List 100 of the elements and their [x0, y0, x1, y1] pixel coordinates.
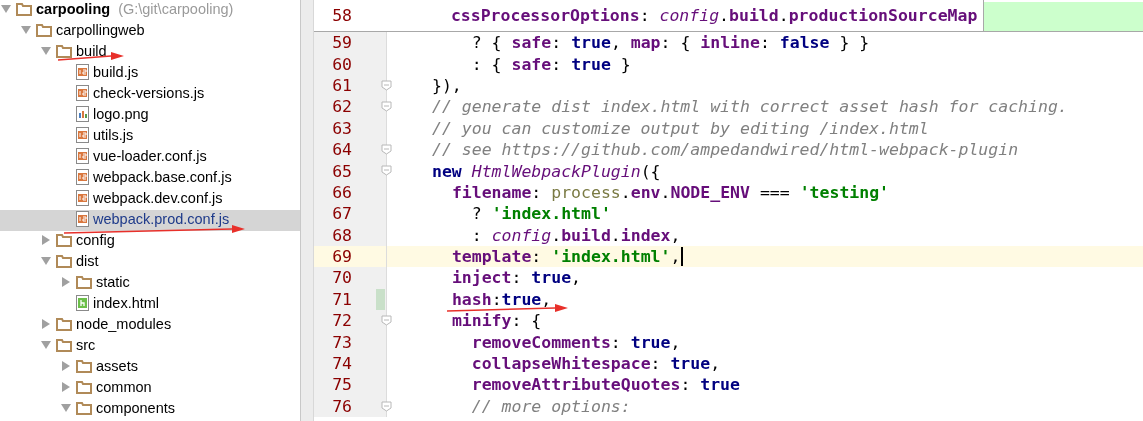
keyword: true [571, 54, 611, 74]
tree-item[interactable]: dist [0, 252, 300, 273]
js-file-icon [76, 211, 89, 227]
tree-item[interactable]: build [0, 42, 300, 63]
property-name: cssProcessorOptions [450, 6, 640, 25]
folder-icon [56, 338, 72, 352]
panel-splitter[interactable] [300, 0, 314, 421]
expand-arrow-icon[interactable] [62, 361, 70, 371]
code-text: . [778, 6, 789, 25]
tree-item[interactable]: webpack.base.conf.js [0, 168, 300, 189]
tree-item[interactable]: webpack.dev.conf.js [0, 189, 300, 210]
fold-marker-icon[interactable] [381, 79, 392, 91]
tree-item[interactable]: build.js [0, 63, 300, 84]
folder-icon [56, 233, 72, 247]
code-text: . [660, 182, 671, 202]
code-text: : [471, 225, 483, 245]
collapse-arrow-icon[interactable] [41, 341, 51, 349]
expand-arrow-icon[interactable] [42, 235, 50, 245]
variable-name: config [491, 225, 552, 245]
line-number: 68 [331, 225, 352, 245]
keyword: true [700, 375, 740, 395]
collapse-arrow-icon[interactable] [21, 26, 31, 34]
fold-marker-icon[interactable] [381, 165, 392, 177]
tree-item[interactable]: config [0, 231, 300, 252]
collapse-arrow-icon[interactable] [61, 404, 71, 412]
line-number: 70 [331, 268, 352, 288]
code-text: . [610, 225, 621, 245]
code-text: : { [660, 33, 692, 53]
tree-item[interactable]: node_modules [0, 315, 300, 336]
collapse-arrow-icon[interactable] [1, 5, 11, 13]
fold-marker-icon[interactable] [381, 400, 392, 412]
project-name: carpooling [36, 1, 111, 17]
property-name: build [561, 225, 611, 245]
tree-item[interactable]: index.html [0, 294, 300, 315]
js-file-icon [76, 127, 89, 143]
code-text: : { [471, 54, 503, 74]
code-text: . [551, 225, 562, 245]
tree-item[interactable]: logo.png [0, 105, 300, 126]
code-comment: // generate dist index.html with correct asset hash for caching. [432, 97, 1068, 117]
code-text: ? [471, 204, 483, 224]
code-text: : [511, 268, 523, 288]
code-text: , [571, 268, 582, 288]
code-text: ? { [471, 33, 503, 53]
code-text: , [670, 332, 681, 352]
project-path: (G:\git\carpooling) [118, 1, 234, 17]
js-file-icon [76, 169, 89, 185]
code-text: : [551, 33, 563, 53]
string-literal: 'index.html' [551, 247, 671, 267]
string-literal: 'testing' [799, 182, 890, 202]
variable-name: process [551, 182, 621, 202]
tree-item[interactable]: utils.js [0, 126, 300, 147]
tree-item[interactable]: webpack.prod.conf.js [0, 210, 300, 231]
code-text: : { [511, 311, 542, 331]
property-name: safe [511, 54, 552, 74]
tree-item[interactable]: components [0, 399, 300, 420]
fold-marker-icon[interactable] [381, 315, 392, 327]
property-name: safe [511, 33, 552, 53]
folder-icon [76, 275, 92, 289]
keyword: false [779, 33, 830, 53]
property-name: map [630, 33, 661, 53]
expand-arrow-icon[interactable] [62, 277, 70, 287]
tree-item[interactable]: common [0, 378, 300, 399]
line-number: 76 [331, 396, 352, 416]
line-number: 75 [331, 375, 352, 395]
code-text: : [551, 54, 563, 74]
expand-arrow-icon[interactable] [42, 319, 50, 329]
code-text: . [620, 182, 631, 202]
line-number: 62 [331, 97, 352, 117]
tree-item[interactable]: assets [0, 357, 300, 378]
code-text: : [650, 354, 662, 374]
html-file-icon [76, 295, 89, 311]
code-text: : [491, 289, 502, 309]
keyword: true [670, 354, 711, 374]
collapse-arrow-icon[interactable] [41, 257, 51, 265]
line-number: 72 [331, 311, 352, 331]
property-name: minify [451, 311, 512, 331]
tree-item[interactable]: src [0, 336, 300, 357]
fold-marker-icon[interactable] [381, 143, 392, 155]
tree-item[interactable]: check-versions.js [0, 84, 300, 105]
property-name: hash [451, 289, 492, 309]
expand-arrow-icon[interactable] [62, 382, 70, 392]
tree-item[interactable]: carpollingweb [0, 21, 300, 42]
line-number: 65 [331, 161, 352, 181]
js-file-icon [76, 148, 89, 164]
fold-marker-icon[interactable] [381, 101, 392, 113]
tree-item[interactable]: carpooling (G:\git\carpooling) [0, 0, 300, 21]
text-cursor [681, 247, 684, 267]
tree-item[interactable]: vue-loader.conf.js [0, 147, 300, 168]
folder-icon [76, 359, 92, 373]
property-name: removeComments [471, 332, 611, 352]
line-number: 63 [331, 118, 352, 138]
keyword: true [630, 332, 671, 352]
code-text: , [610, 33, 622, 53]
tree-item[interactable]: static [0, 273, 300, 294]
collapse-arrow-icon[interactable] [41, 47, 51, 55]
keyword: new [432, 161, 463, 181]
line-number: 58 [331, 6, 352, 25]
js-file-icon [76, 64, 89, 80]
property-name: filename [451, 182, 532, 202]
line-number: 73 [331, 332, 352, 352]
